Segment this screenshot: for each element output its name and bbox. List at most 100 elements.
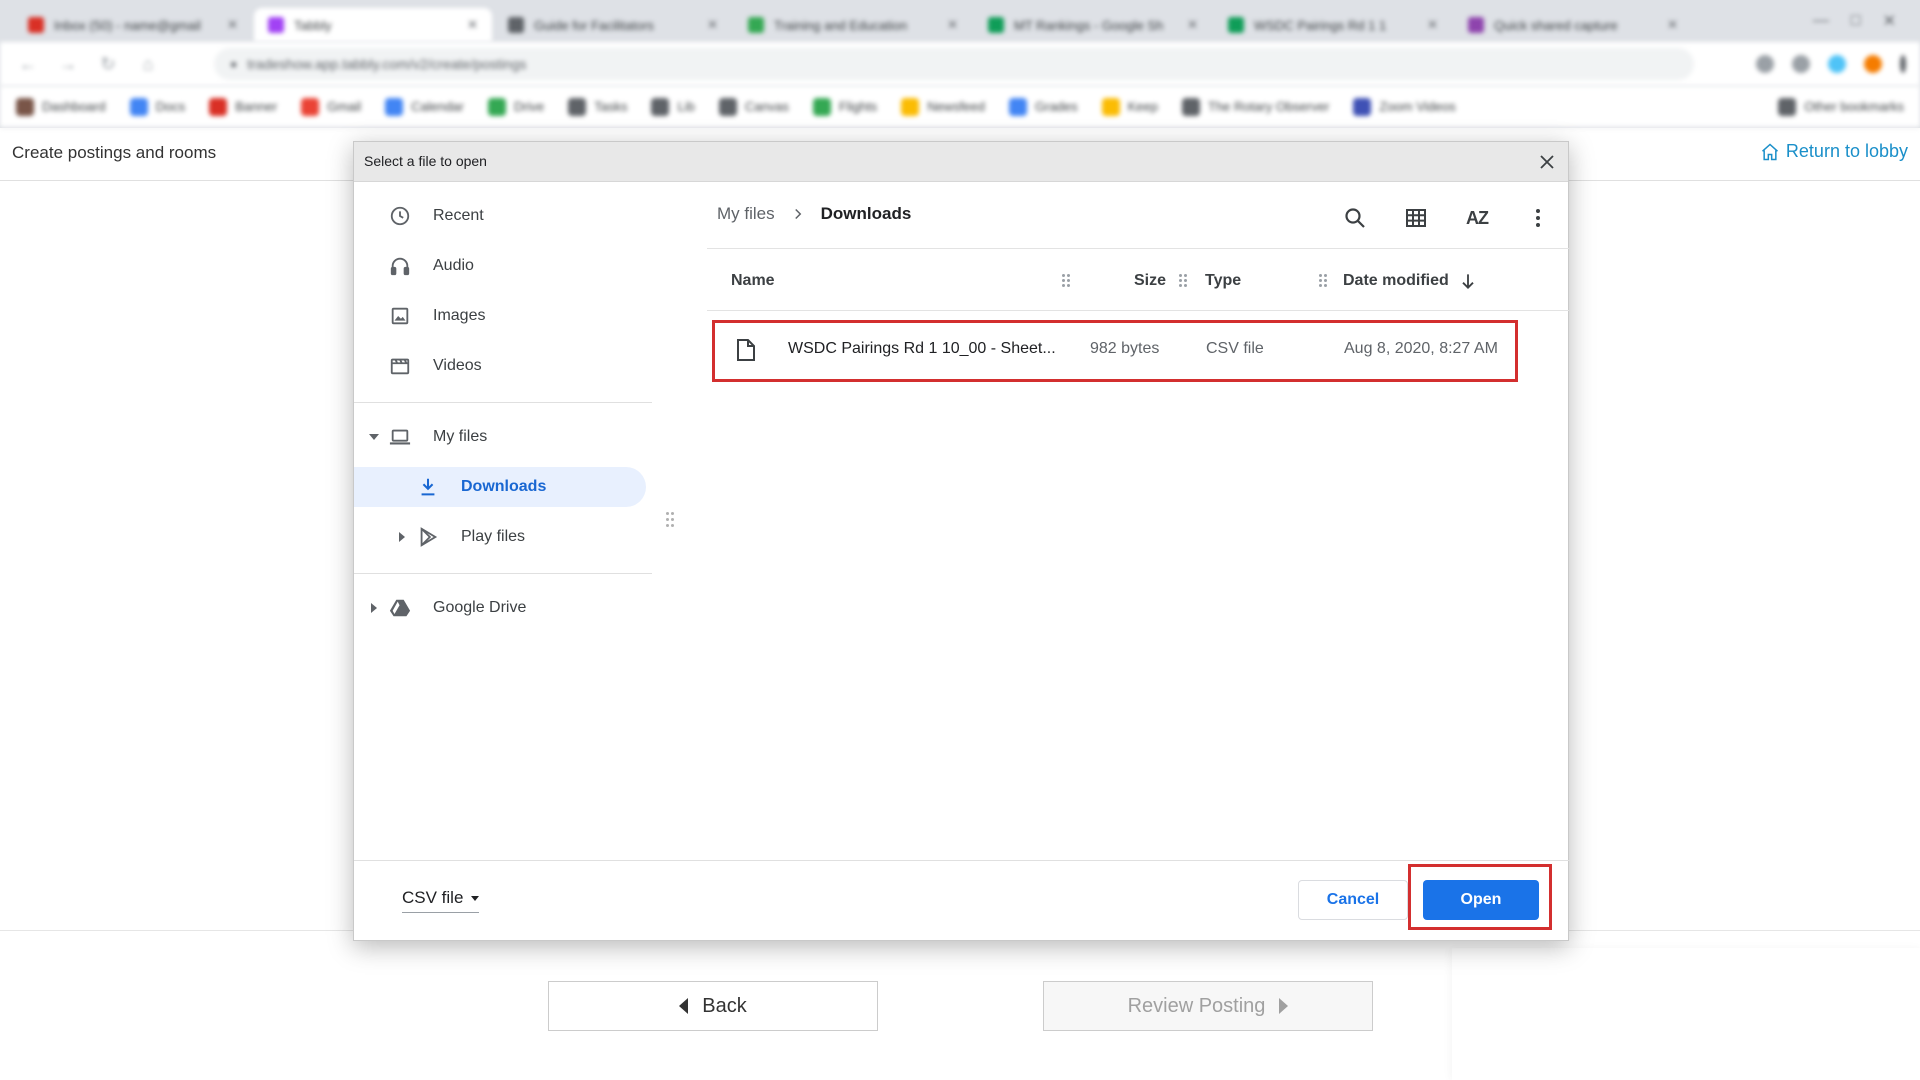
address-bar[interactable]: ● tradeshow.app.tabbly.com/v2/create/pos… bbox=[214, 48, 1694, 80]
bookmark-item[interactable]: Gmail bbox=[301, 97, 361, 116]
tab-title: Inbox (50) - name@gmail bbox=[54, 17, 201, 33]
search-icon bbox=[1345, 208, 1365, 228]
back-button[interactable]: Back bbox=[548, 981, 878, 1031]
bookmark-item[interactable]: Canvas bbox=[718, 97, 789, 116]
close-icon[interactable]: ✕ bbox=[947, 17, 958, 33]
bookmark-item[interactable]: Other bookmarks bbox=[1778, 97, 1904, 116]
bookmark-favicon bbox=[209, 97, 228, 116]
tab-favicon bbox=[28, 17, 44, 33]
bookmark-favicon bbox=[385, 97, 404, 116]
file-type-select[interactable]: CSV file bbox=[402, 888, 480, 913]
browser-tab[interactable]: WSDC Pairings Rd 1 1 ✕ bbox=[1214, 8, 1452, 42]
extension-icon[interactable] bbox=[1792, 55, 1810, 73]
extension-icon[interactable] bbox=[1756, 55, 1774, 73]
column-header-type[interactable]: Type bbox=[1205, 272, 1241, 290]
bookmark-label: Flights bbox=[838, 99, 878, 114]
download-icon bbox=[416, 475, 440, 499]
sidebar-resize-handle[interactable] bbox=[666, 512, 676, 532]
sidebar-item-recent[interactable]: Recent bbox=[354, 196, 646, 236]
grid-view-button[interactable] bbox=[1396, 198, 1436, 238]
bookmarks-bar: Dashboard Docs Banner Gmail Calendar Dri… bbox=[0, 86, 1920, 128]
expand-arrow-icon[interactable] bbox=[368, 602, 380, 614]
bookmark-item[interactable]: Keep bbox=[1101, 97, 1158, 116]
bookmark-item[interactable]: Calendar bbox=[385, 97, 464, 116]
bookmark-item[interactable]: Drive bbox=[487, 97, 544, 116]
open-button[interactable]: Open bbox=[1423, 880, 1539, 920]
home-outline-icon bbox=[1761, 142, 1778, 160]
bookmark-item[interactable]: Flights bbox=[812, 97, 878, 116]
more-options-button[interactable] bbox=[1518, 198, 1558, 238]
column-resize-handle[interactable] bbox=[1319, 274, 1327, 288]
maximize-icon[interactable]: □ bbox=[1851, 12, 1861, 30]
browser-tab[interactable]: Training and Education ✕ bbox=[734, 8, 972, 42]
dropdown-arrow-icon bbox=[471, 895, 480, 901]
bookmark-item[interactable]: Tasks bbox=[568, 97, 627, 116]
review-posting-button[interactable]: Review Posting bbox=[1043, 981, 1373, 1031]
return-to-lobby-link[interactable]: Return to lobby bbox=[1760, 141, 1908, 162]
bookmark-item[interactable]: Banner bbox=[209, 97, 277, 116]
bookmark-item[interactable]: Docs bbox=[129, 97, 185, 116]
bookmark-label: Newsfeed bbox=[927, 99, 985, 114]
column-header-size[interactable]: Size bbox=[1134, 272, 1166, 290]
collapse-arrow-icon[interactable] bbox=[368, 431, 380, 443]
file-row[interactable]: WSDC Pairings Rd 1 10_00 - Sheet... 982 … bbox=[712, 320, 1518, 382]
browser-toolbar: ← → ↻ ⌂ ● tradeshow.app.tabbly.com/v2/cr… bbox=[0, 42, 1920, 86]
arrow-down-icon[interactable] bbox=[1458, 271, 1478, 291]
sidebar-item-label: Downloads bbox=[461, 478, 547, 495]
column-header-name[interactable]: Name bbox=[731, 272, 775, 290]
dialog-title-bar: Select a file to open bbox=[354, 142, 1568, 182]
browser-tab[interactable]: MT Rankings - Google Sh ✕ bbox=[974, 8, 1212, 42]
bookmark-item[interactable]: Dashboard bbox=[16, 97, 106, 116]
page-title: Create postings and rooms bbox=[12, 143, 217, 162]
close-icon[interactable]: ✕ bbox=[227, 17, 238, 33]
column-header-date-modified[interactable]: Date modified bbox=[1343, 272, 1449, 290]
bookmark-item[interactable]: Grades bbox=[1009, 97, 1078, 116]
expand-arrow-icon[interactable] bbox=[396, 531, 408, 543]
reload-icon[interactable]: ↻ bbox=[94, 54, 122, 75]
sidebar-item-play-files[interactable]: Play files bbox=[354, 517, 646, 557]
bookmark-label: Other bookmarks bbox=[1804, 99, 1904, 114]
bookmark-favicon bbox=[812, 97, 831, 116]
extension-icon[interactable] bbox=[1828, 55, 1846, 73]
profile-avatar[interactable] bbox=[1864, 55, 1882, 73]
sidebar-item-my-files[interactable]: My files bbox=[354, 417, 646, 457]
back-arrow-icon[interactable]: ← bbox=[14, 54, 42, 75]
bookmark-label: Canvas bbox=[744, 99, 789, 114]
sidebar-item-images[interactable]: Images bbox=[354, 296, 646, 336]
close-icon[interactable]: ✕ bbox=[1667, 17, 1678, 33]
sidebar-item-google-drive[interactable]: Google Drive bbox=[354, 588, 646, 628]
close-window-icon[interactable]: ✕ bbox=[1883, 11, 1896, 31]
browser-tab[interactable]: Inbox (50) - name@gmail ✕ bbox=[14, 8, 252, 42]
browser-tab[interactable]: Quick shared capture ✕ bbox=[1454, 8, 1692, 42]
sidebar-item-videos[interactable]: Videos bbox=[354, 346, 646, 386]
breadcrumb-my-files[interactable]: My files bbox=[717, 204, 775, 224]
browser-tab-active[interactable]: Tabbly ✕ bbox=[254, 8, 492, 42]
bookmark-item[interactable]: The Rotary Observer bbox=[1182, 97, 1329, 116]
tab-title: Tabbly bbox=[294, 17, 332, 33]
bookmark-item[interactable]: Newsfeed bbox=[901, 97, 985, 116]
close-icon[interactable]: ✕ bbox=[1427, 17, 1438, 33]
close-icon[interactable]: ✕ bbox=[1187, 17, 1198, 33]
sort-button[interactable]: AZ bbox=[1457, 198, 1497, 238]
sidebar-item-downloads[interactable]: Downloads bbox=[354, 467, 646, 507]
close-icon[interactable]: ✕ bbox=[707, 17, 718, 33]
menu-dots-icon[interactable] bbox=[1900, 55, 1906, 73]
minimize-icon[interactable]: — bbox=[1813, 12, 1829, 30]
bookmark-item[interactable]: Zoom Videos bbox=[1353, 97, 1456, 116]
extensions-area bbox=[1756, 55, 1906, 73]
close-icon[interactable]: ✕ bbox=[467, 17, 478, 33]
dialog-close-button[interactable] bbox=[1536, 151, 1558, 173]
home-icon[interactable]: ⌂ bbox=[134, 54, 162, 75]
cancel-button[interactable]: Cancel bbox=[1298, 880, 1408, 920]
sidebar-item-audio[interactable]: Audio bbox=[354, 246, 646, 286]
column-resize-handle[interactable] bbox=[1062, 274, 1070, 288]
search-button[interactable] bbox=[1335, 198, 1375, 238]
browser-tab[interactable]: Guide for Facilitators ✕ bbox=[494, 8, 732, 42]
breadcrumb-downloads: Downloads bbox=[820, 204, 912, 223]
sidebar-divider bbox=[354, 402, 652, 403]
laptop-icon bbox=[388, 425, 412, 449]
bookmark-item[interactable]: Lib bbox=[651, 97, 695, 116]
image-icon bbox=[388, 304, 412, 328]
forward-arrow-icon[interactable]: → bbox=[54, 54, 82, 75]
column-resize-handle[interactable] bbox=[1179, 274, 1187, 288]
